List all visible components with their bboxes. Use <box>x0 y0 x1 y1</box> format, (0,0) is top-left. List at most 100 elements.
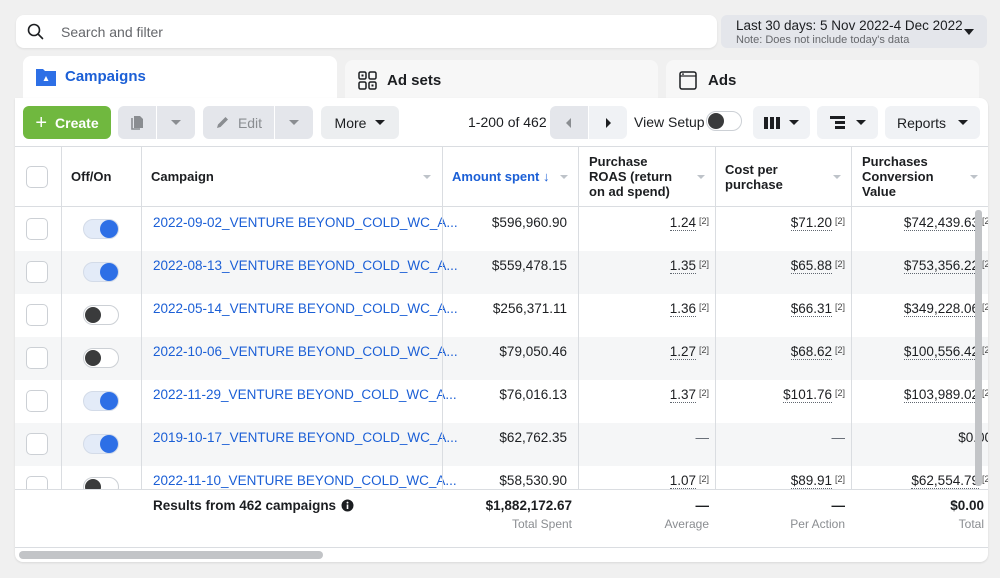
date-range-picker[interactable]: Last 30 days: 5 Nov 2022-4 Dec 2022 Note… <box>721 15 987 48</box>
chevron-down-icon <box>171 120 181 125</box>
column-header-campaign[interactable]: Campaign <box>151 147 441 206</box>
campaigns-panel: + Create Edit More 1-200 of 462 View Set… <box>15 98 988 562</box>
next-page-button[interactable] <box>589 106 627 139</box>
cell-conv_value: $100,556.42[2] <box>862 344 988 360</box>
campaign-name-link[interactable]: 2022-09-02_VENTURE BEYOND_COLD_WC_A... <box>153 215 458 230</box>
cell-value[interactable]: $742,439.63 <box>903 215 979 231</box>
chevron-down-icon <box>970 175 978 179</box>
table-row: 2019-10-17_VENTURE BEYOND_COLD_WC_A... $6… <box>15 423 988 466</box>
campaign-toggle[interactable] <box>83 305 119 325</box>
campaign-name-link[interactable]: 2022-11-29_VENTURE BEYOND_COLD_WC_A... <box>153 387 457 402</box>
cell-value[interactable]: $68.62 <box>790 344 832 360</box>
vertical-scrollbar[interactable] <box>975 210 982 486</box>
cell-value[interactable]: $62,554.79 <box>911 473 979 489</box>
cell-value[interactable]: 1.27 <box>669 344 696 360</box>
cell-roas: 1.37 [2] <box>589 387 709 403</box>
cell-conv_value: $349,228.06[2] <box>862 301 988 317</box>
horizontal-scrollbar[interactable] <box>19 551 323 559</box>
breakdown-icon <box>829 115 845 129</box>
row-checkbox[interactable] <box>26 433 48 455</box>
footnote-marker: [2] <box>834 345 845 355</box>
campaign-toggle[interactable] <box>83 391 119 411</box>
footnote-marker: [2] <box>834 474 845 484</box>
footer-value: — <box>695 498 710 513</box>
edit-dropdown-button[interactable] <box>275 106 313 139</box>
campaign-name-link[interactable]: 2022-05-14_VENTURE BEYOND_COLD_WC_A... <box>153 301 458 316</box>
grid-icon <box>358 71 377 90</box>
cell-value[interactable]: 1.35 <box>669 258 696 274</box>
cell-amount-spent: $58,530.90 <box>499 473 567 488</box>
campaign-toggle[interactable] <box>83 219 119 239</box>
prev-page-button[interactable] <box>550 106 588 139</box>
tab-campaigns[interactable]: Campaigns <box>23 56 337 102</box>
column-header-roas[interactable]: Purchase ROAS (return on ad spend) <box>589 147 715 206</box>
row-checkbox[interactable] <box>26 347 48 369</box>
column-header-amount-spent[interactable]: Amount spent ↓ <box>452 147 578 206</box>
campaign-name-link[interactable]: 2022-10-06_VENTURE BEYOND_COLD_WC_A... <box>153 344 458 359</box>
duplicate-dropdown-button[interactable] <box>157 106 195 139</box>
duplicate-button[interactable] <box>118 106 156 139</box>
cell-roas: — <box>589 430 710 445</box>
cell-value[interactable]: $100,556.42 <box>903 344 979 360</box>
footnote-marker: [2] <box>834 216 845 226</box>
campaign-name-link[interactable]: 2019-10-17_VENTURE BEYOND_COLD_WC_A... <box>153 430 458 445</box>
column-header-label: Cost per purchase <box>725 161 783 192</box>
chevron-down-icon <box>789 120 799 125</box>
campaign-toggle[interactable] <box>83 262 119 282</box>
edit-label: Edit <box>237 114 263 131</box>
cell-roas: 1.36 [2] <box>589 301 709 317</box>
row-checkbox[interactable] <box>26 304 48 326</box>
column-header-label: Amount spent ↓ <box>452 169 550 184</box>
cell-value[interactable]: 1.37 <box>669 387 696 403</box>
create-button[interactable]: + Create <box>23 106 111 139</box>
chevron-down-icon <box>560 175 568 179</box>
cell-value[interactable]: $349,228.06 <box>903 301 979 317</box>
view-setup-toggle[interactable] <box>706 111 742 131</box>
chevron-down-icon <box>833 175 841 179</box>
campaign-toggle[interactable] <box>83 348 119 368</box>
breakdown-button[interactable] <box>817 106 878 139</box>
footnote-marker: [2] <box>698 302 709 312</box>
reports-button[interactable]: Reports <box>885 106 980 139</box>
campaign-name-link[interactable]: 2022-11-10_VENTURE BEYOND_COLD_WC_A... <box>153 473 457 488</box>
edit-button[interactable]: Edit <box>203 106 274 139</box>
search-bar[interactable] <box>16 15 717 48</box>
footnote-marker: [2] <box>834 259 845 269</box>
row-checkbox[interactable] <box>26 261 48 283</box>
footer-sublabel: Per Action <box>790 517 845 531</box>
cell-value[interactable]: 1.24 <box>669 215 696 231</box>
cell-value[interactable]: $103,989.02 <box>903 387 979 403</box>
footer-value: $1,882,172.67 <box>485 498 572 513</box>
select-all-checkbox[interactable] <box>26 166 48 188</box>
date-range-label: Last 30 days: 5 Nov 2022-4 Dec 2022 <box>736 18 963 33</box>
columns-button[interactable] <box>753 106 810 139</box>
cell-value[interactable]: $71.20 <box>790 215 832 231</box>
chevron-down-icon <box>375 120 386 125</box>
reports-label: Reports <box>896 114 947 131</box>
cell-value[interactable]: 1.07 <box>669 473 696 489</box>
table-row: 2022-09-02_VENTURE BEYOND_COLD_WC_A... $5… <box>15 208 988 251</box>
info-icon[interactable] <box>341 499 354 512</box>
cell-value[interactable]: $101.76 <box>783 387 832 403</box>
campaign-toggle[interactable] <box>83 434 119 454</box>
row-checkbox[interactable] <box>26 390 48 412</box>
cell-value[interactable]: 1.36 <box>669 301 696 317</box>
campaign-name-link[interactable]: 2022-08-13_VENTURE BEYOND_COLD_WC_A... <box>153 258 458 273</box>
column-header-toggle[interactable]: Off/On <box>71 147 141 206</box>
column-header-cost-per-purchase[interactable]: Cost per purchase <box>725 147 851 206</box>
cell-value[interactable]: $66.31 <box>790 301 832 317</box>
cell-amount-spent: $76,016.13 <box>499 387 567 402</box>
more-button[interactable]: More <box>321 106 399 139</box>
cell-amount-spent: $256,371.11 <box>492 301 567 316</box>
cell-value[interactable]: $65.88 <box>790 258 832 274</box>
cell-value[interactable]: $753,356.22 <box>903 258 979 274</box>
cell-cpp: $68.62 [2] <box>725 344 845 360</box>
search-input[interactable] <box>61 23 661 40</box>
footnote-marker: [2] <box>981 388 988 398</box>
cell-conv_value: $62,554.79[2] <box>862 473 988 489</box>
column-header-conversion-value[interactable]: Purchases Conversion Value <box>862 147 988 206</box>
row-checkbox[interactable] <box>26 218 48 240</box>
cell-value[interactable]: $89.91 <box>790 473 832 489</box>
footnote-marker: [2] <box>981 474 988 484</box>
cell-value: — <box>831 430 846 445</box>
